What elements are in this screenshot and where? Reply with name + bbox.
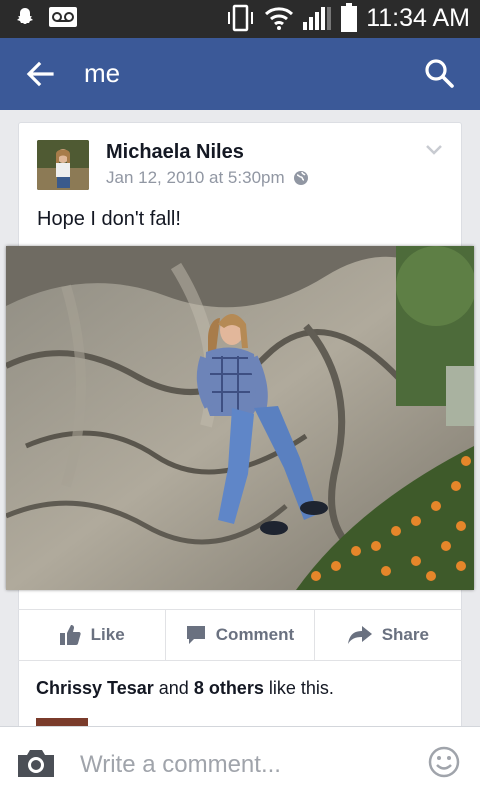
- voicemail-icon: [49, 7, 77, 27]
- chevron-down-icon: [426, 145, 442, 155]
- comment-icon: [186, 626, 205, 644]
- search-button[interactable]: [422, 56, 456, 90]
- likes-connector: and: [158, 678, 189, 698]
- likes-summary[interactable]: Chrissy Tesar and 8 others like this.: [36, 678, 334, 699]
- post-actions: Like Comment Share: [18, 610, 462, 660]
- vibrate-icon: [228, 4, 254, 32]
- smiley-icon: [428, 746, 460, 778]
- comment-input[interactable]: [80, 747, 410, 783]
- status-bar: 11:34 AM: [0, 0, 480, 38]
- back-button[interactable]: [22, 58, 58, 90]
- avatar[interactable]: [37, 140, 89, 190]
- likes-suffix: like this.: [268, 678, 334, 698]
- author-name[interactable]: Michaela Niles: [106, 141, 244, 164]
- like-button[interactable]: Like: [18, 610, 167, 660]
- signal-icon: [303, 7, 332, 30]
- arrow-left-icon: [26, 61, 54, 87]
- comment-button[interactable]: Comment: [166, 610, 315, 660]
- comment-label: Comment: [215, 625, 295, 644]
- app-bar: me: [0, 38, 480, 110]
- post-options-button[interactable]: [425, 143, 443, 155]
- liker-name[interactable]: Chrissy Tesar: [36, 678, 154, 698]
- profile-photo: [37, 140, 89, 190]
- share-arrow-icon: [347, 626, 372, 644]
- post-photo-image: [6, 246, 474, 590]
- post-meta: Jan 12, 2010 at 5:30pm: [106, 168, 309, 188]
- share-label: Share: [381, 625, 429, 644]
- search-icon: [425, 59, 454, 88]
- wifi-icon: [265, 7, 294, 30]
- sticker-button[interactable]: [428, 746, 460, 778]
- camera-button[interactable]: [16, 747, 56, 779]
- page-title: me: [84, 58, 121, 88]
- status-time: 11:34 AM: [366, 3, 470, 32]
- likes-others[interactable]: 8 others: [194, 678, 264, 698]
- post-photo[interactable]: [6, 246, 474, 590]
- thumbs-up-icon: [59, 625, 81, 645]
- share-button[interactable]: Share: [315, 610, 462, 660]
- globe-icon: [293, 171, 308, 185]
- snapchat-icon: [17, 8, 33, 24]
- post-timestamp[interactable]: Jan 12, 2010 at 5:30pm: [106, 168, 285, 188]
- post-text: Hope I don't fall!: [37, 208, 181, 230]
- like-label: Like: [90, 625, 125, 644]
- comment-bar: [0, 726, 480, 800]
- divider: [18, 660, 462, 661]
- camera-icon: [18, 750, 54, 777]
- battery-icon: [341, 3, 358, 32]
